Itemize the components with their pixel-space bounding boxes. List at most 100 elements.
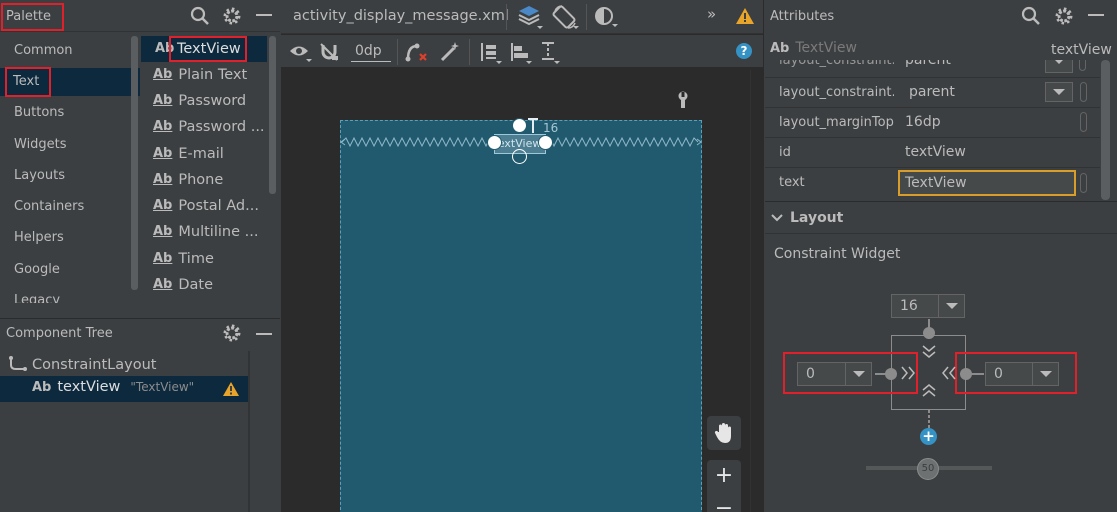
category-google[interactable]: Google xyxy=(0,256,130,284)
constraint-right-handle[interactable] xyxy=(960,368,972,380)
more-tabs-button[interactable]: » xyxy=(707,5,716,23)
constraint-left-spring xyxy=(901,366,915,380)
pan-button[interactable] xyxy=(707,416,741,450)
help-icon[interactable]: ? xyxy=(736,43,752,59)
default-margin-field[interactable]: 0dp xyxy=(351,42,391,62)
gear-icon[interactable] xyxy=(1054,6,1074,26)
palette-item-password-numeric[interactable]: Ab Password ... xyxy=(141,114,265,140)
palette-item-more xyxy=(141,297,153,303)
attributes-scrollbar[interactable] xyxy=(1101,60,1110,200)
layers-icon[interactable] xyxy=(517,4,543,30)
file-tab[interactable]: activity_display_message.xml xyxy=(293,8,509,24)
anchor-top[interactable] xyxy=(512,118,527,133)
design-toolbar: 0dp ? xyxy=(281,35,763,68)
search-icon[interactable] xyxy=(1021,6,1041,26)
palette-item-label: Plain Text xyxy=(178,67,248,83)
palette-panel: Palette Common Text Buttons Widgets Layo… xyxy=(0,0,280,318)
attr-toggle[interactable] xyxy=(1080,82,1087,102)
palette-item-phone[interactable]: Ab Phone xyxy=(141,167,223,193)
categories-scrollbar[interactable] xyxy=(131,36,138,290)
category-text-label[interactable]: Text xyxy=(5,67,51,97)
bias-slider-thumb[interactable]: 50 xyxy=(917,458,939,480)
search-icon[interactable] xyxy=(190,6,210,26)
category-containers[interactable]: Containers xyxy=(0,193,130,221)
minimize-icon[interactable] xyxy=(1088,14,1104,16)
add-constraint-icon[interactable]: + xyxy=(920,428,937,445)
anchor-left[interactable] xyxy=(487,135,502,150)
warning-icon[interactable] xyxy=(222,381,240,397)
tree-child[interactable]: Ab textView "TextView" xyxy=(32,379,194,395)
attr-value[interactable]: parent xyxy=(905,60,951,68)
attr-dropdown[interactable] xyxy=(1045,60,1073,73)
tree-child-name: textView xyxy=(57,379,121,395)
left-margin-dropdown[interactable]: 0 xyxy=(797,362,872,386)
warning-icon[interactable] xyxy=(735,7,755,25)
attr-row-constraint-1: layout_constraint... parent xyxy=(765,60,1100,76)
palette-item-email[interactable]: Ab E-mail xyxy=(141,141,224,167)
constraint-top-handle[interactable] xyxy=(923,327,935,339)
align-icon[interactable] xyxy=(509,41,533,65)
attr-name: id xyxy=(779,145,791,160)
orientation-icon[interactable] xyxy=(551,3,579,31)
palette-item-plain-text[interactable]: Ab Plain Text xyxy=(141,62,247,88)
palette-item-postal-address[interactable]: Ab Postal Ad... xyxy=(141,193,259,219)
eye-icon[interactable] xyxy=(289,42,313,64)
palette-item-label: Password xyxy=(178,93,247,109)
minimize-icon[interactable] xyxy=(256,333,272,335)
constraint-top-spring xyxy=(922,345,936,358)
guidelines-icon[interactable] xyxy=(539,41,563,65)
attr-dropdown[interactable] xyxy=(1045,82,1073,102)
zoom-in-button[interactable]: + xyxy=(707,461,741,491)
tree-root[interactable]: ConstraintLayout xyxy=(8,356,156,374)
anchor-right[interactable] xyxy=(538,135,553,150)
items-scrollbar[interactable] xyxy=(269,36,276,194)
constraint-left-handle[interactable] xyxy=(885,368,897,380)
ab-icon: Ab xyxy=(153,93,173,108)
minimize-icon[interactable] xyxy=(256,14,272,16)
attr-value[interactable]: textView xyxy=(905,144,966,160)
attr-value[interactable]: 16dp xyxy=(905,114,941,130)
text-value-input[interactable]: TextView xyxy=(898,170,1076,196)
palette-item-time[interactable]: Ab Time xyxy=(141,246,214,272)
toolbar-divider xyxy=(469,39,470,65)
magic-wand-icon[interactable] xyxy=(439,41,461,63)
wrench-icon[interactable] xyxy=(676,91,692,109)
palette-item-date[interactable]: Ab Date xyxy=(141,272,213,298)
category-widgets[interactable]: Widgets xyxy=(0,131,130,159)
right-margin-dropdown[interactable]: 0 xyxy=(985,362,1059,386)
palette-item-password[interactable]: Ab Password xyxy=(141,88,246,114)
palette-categories: Common Text Buttons Widgets Layouts Cont… xyxy=(0,35,140,303)
editor-scrollbar[interactable] xyxy=(750,70,760,512)
category-common[interactable]: Common xyxy=(0,37,130,65)
category-legacy[interactable]: Legacy xyxy=(0,287,130,303)
palette-item-label: Password ... xyxy=(178,119,265,135)
magnet-off-icon[interactable] xyxy=(319,42,341,64)
attributes-table: layout_constraint... parent layout_const… xyxy=(765,60,1100,198)
left-margin-value: 0 xyxy=(806,366,815,382)
ab-icon: Ab xyxy=(153,172,173,187)
attr-value[interactable]: parent xyxy=(909,84,955,100)
attr-toggle[interactable] xyxy=(1080,112,1087,132)
palette-item-label: Postal Ad... xyxy=(178,198,259,214)
zoom-out-button[interactable]: − xyxy=(707,494,741,512)
gear-icon[interactable] xyxy=(222,6,242,26)
clear-constraints-icon[interactable] xyxy=(405,41,429,63)
palette-item-multiline[interactable]: Ab Multiline ... xyxy=(141,219,258,245)
theme-icon[interactable] xyxy=(593,5,619,29)
category-layouts[interactable]: Layouts xyxy=(0,162,130,190)
top-margin-dropdown[interactable]: 16 xyxy=(891,294,965,318)
attr-toggle[interactable] xyxy=(1080,173,1087,193)
anchor-bottom[interactable] xyxy=(512,149,527,164)
palette-item-textview-label[interactable]: TextView xyxy=(169,36,247,62)
gear-icon[interactable] xyxy=(222,323,242,343)
category-buttons[interactable]: Buttons xyxy=(0,99,130,127)
design-canvas[interactable] xyxy=(340,120,702,512)
layout-section-header[interactable]: Layout xyxy=(770,210,843,226)
ab-icon: Ab xyxy=(153,146,173,161)
tab-divider xyxy=(506,4,507,30)
category-helpers[interactable]: Helpers xyxy=(0,224,130,252)
pack-icon[interactable] xyxy=(479,41,503,65)
tree-divider xyxy=(248,351,250,512)
attr-toggle[interactable] xyxy=(1079,60,1086,71)
hand-icon xyxy=(714,423,731,443)
